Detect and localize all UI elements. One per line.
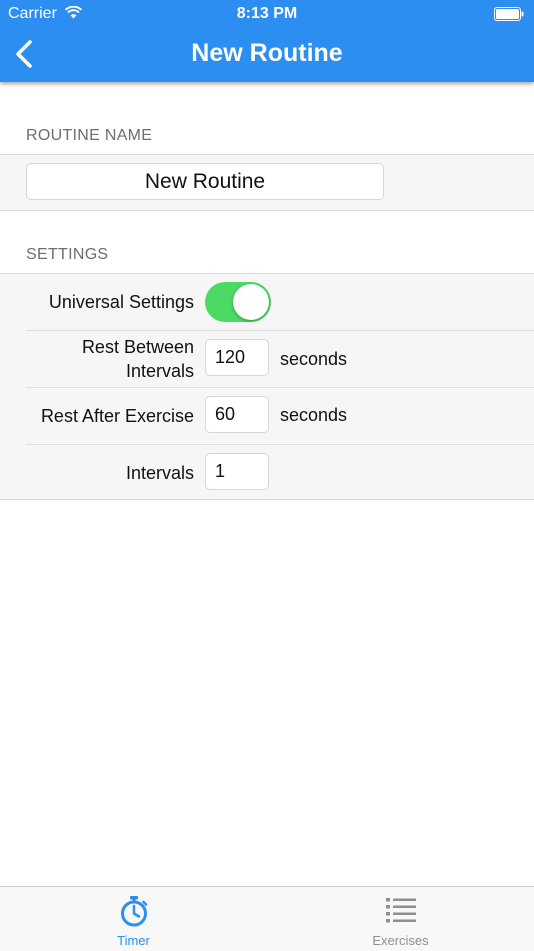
- routine-name-group: [0, 154, 534, 211]
- status-time: 8:13 PM: [236, 5, 298, 22]
- rest-between-unit: seconds: [280, 349, 348, 369]
- battery-icon: [494, 7, 524, 21]
- nav-bar: New Routine: [0, 28, 534, 82]
- rest-after-unit: seconds: [280, 405, 348, 425]
- tab-timer[interactable]: Timer: [0, 887, 267, 951]
- rest-after-row: Rest After Exercise seconds: [0, 388, 534, 444]
- toggle-knob: [233, 284, 269, 320]
- page-title: New Routine: [191, 39, 343, 67]
- tab-timer-label: Timer: [117, 933, 150, 948]
- rest-between-row: Rest Between Intervals seconds: [0, 331, 534, 387]
- rest-after-label: Rest After Exercise: [40, 406, 194, 426]
- universal-settings-label: Universal Settings: [48, 292, 194, 312]
- routine-name-header: ROUTINE NAME: [26, 127, 153, 144]
- rest-after-input[interactable]: [205, 396, 269, 433]
- intervals-row: Intervals: [0, 445, 534, 499]
- universal-settings-row: Universal Settings: [0, 274, 534, 330]
- list-icon: [385, 898, 416, 923]
- settings-header: SETTINGS: [26, 246, 109, 263]
- stopwatch-icon: [120, 896, 147, 927]
- routine-name-input[interactable]: [26, 163, 384, 200]
- rest-between-input[interactable]: [205, 339, 269, 376]
- rest-between-label-line1: Rest Between: [81, 337, 194, 357]
- settings-group: Universal Settings Rest Between Interval…: [0, 273, 534, 500]
- header: Carrier 8:13 PM New Routine: [0, 0, 534, 82]
- tab-exercises-label: Exercises: [372, 933, 429, 948]
- rest-between-label-line2: Intervals: [125, 361, 194, 381]
- status-bar: Carrier 8:13 PM: [0, 0, 534, 28]
- universal-settings-toggle[interactable]: [205, 282, 271, 322]
- intervals-label: Intervals: [125, 463, 194, 483]
- rest-between-label: Rest Between Intervals: [82, 335, 194, 383]
- tab-exercises[interactable]: Exercises: [267, 887, 534, 951]
- intervals-input[interactable]: [205, 453, 269, 490]
- tab-bar: Timer Exercises: [0, 886, 534, 951]
